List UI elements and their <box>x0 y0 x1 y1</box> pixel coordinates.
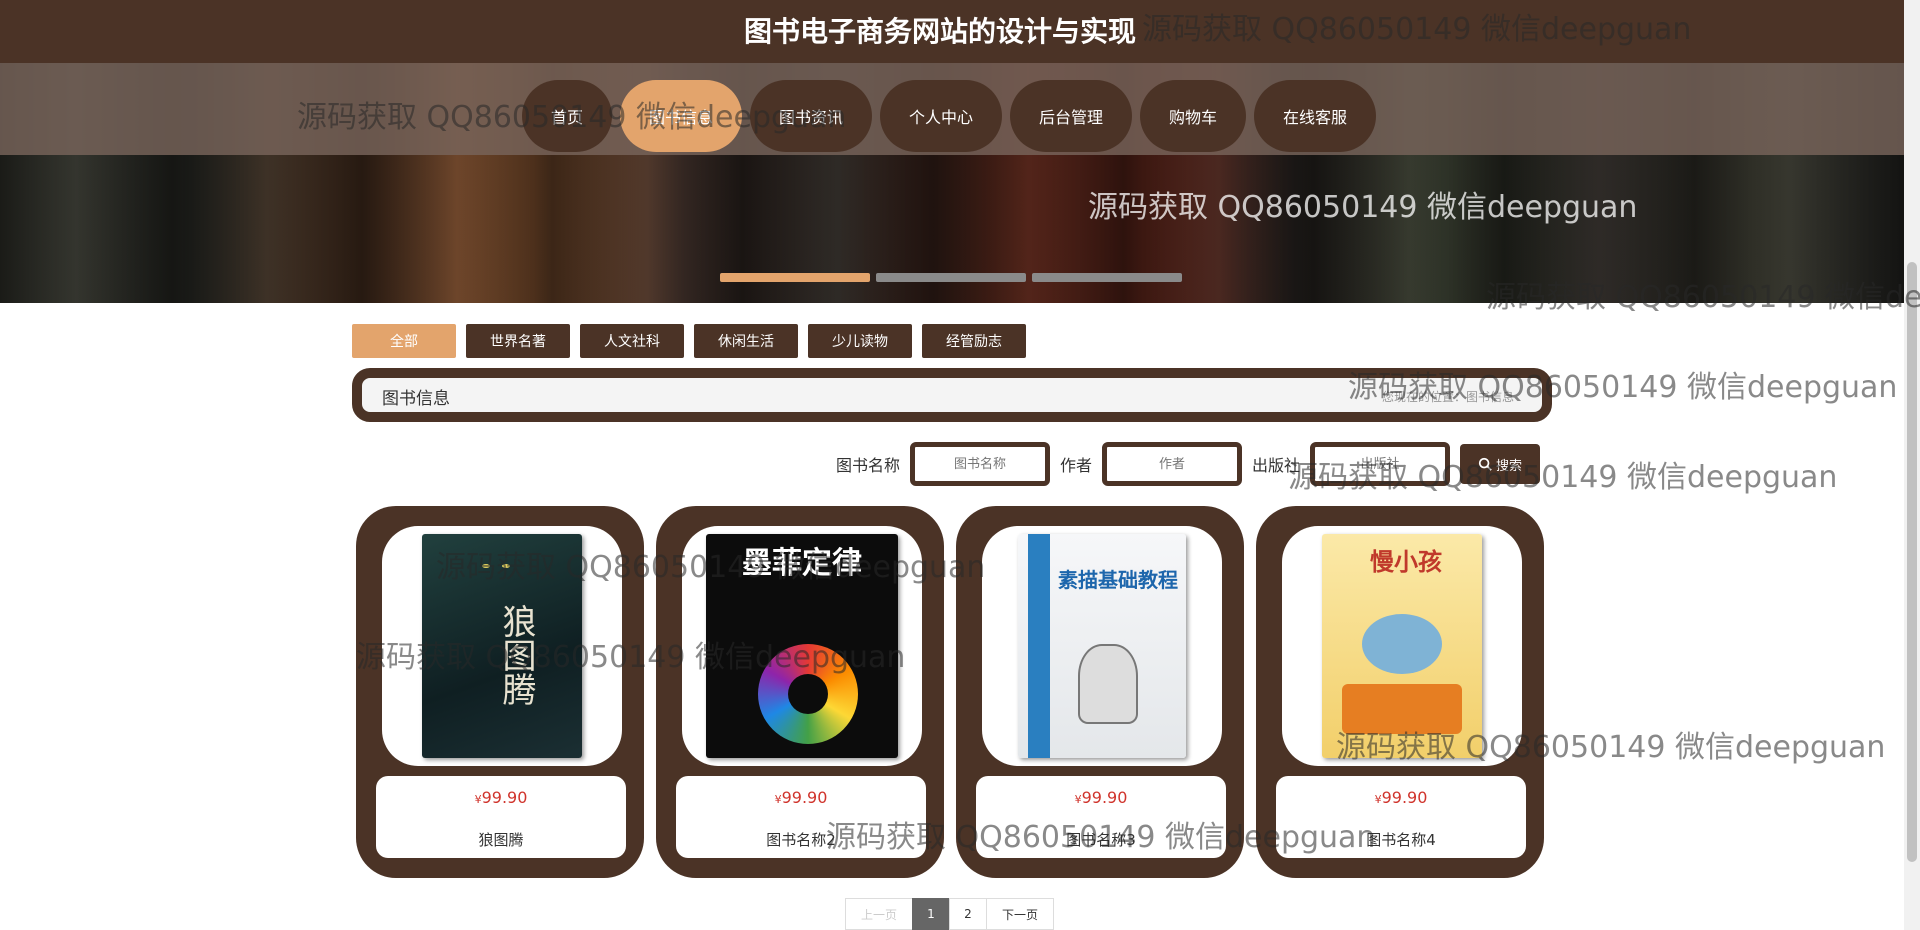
product-info: ¥99.90 图书名称2 <box>676 776 926 858</box>
category-world-classics[interactable]: 世界名著 <box>466 324 570 358</box>
product-info: ¥99.90 图书名称4 <box>1276 776 1526 858</box>
product-card[interactable]: 慢小孩 ¥99.90 图书名称4 <box>1256 506 1544 878</box>
author-label: 作者 <box>1060 456 1093 475</box>
product-cover[interactable]: 墨菲定律 <box>682 526 922 766</box>
book-cover-title: 素描基础教程 <box>1058 568 1178 592</box>
product-card[interactable]: 墨菲定律 ¥99.90 图书名称2 <box>656 506 944 878</box>
product-name[interactable]: 狼图腾 <box>376 829 626 850</box>
carousel-indicator-1[interactable] <box>720 273 870 282</box>
category-humanities[interactable]: 人文社科 <box>580 324 684 358</box>
nav-book-news[interactable]: 图书资讯 <box>750 80 872 152</box>
product-cover[interactable]: 狼图腾 <box>382 526 622 766</box>
page-button-1[interactable]: 1 <box>912 898 950 930</box>
wolf-eye-icon <box>502 564 510 568</box>
book-cover-title: 墨菲定律 <box>742 546 862 581</box>
top-bar: 图书电子商务网站的设计与实现 <box>0 0 1904 63</box>
main-nav: 首页 图书信息 图书资讯 个人中心 后台管理 购物车 在线客服 <box>522 80 1376 152</box>
product-price: ¥99.90 <box>474 788 528 807</box>
product-name[interactable]: 图书名称4 <box>1276 829 1526 850</box>
book-cover-title: 慢小孩 <box>1370 548 1442 576</box>
category-all[interactable]: 全部 <box>352 324 456 358</box>
scrollbar-thumb[interactable] <box>1907 262 1917 862</box>
publisher-input[interactable] <box>1310 442 1451 486</box>
breadcrumb: 您现在的位置：图书信息 <box>1381 390 1514 404</box>
product-price: ¥99.90 <box>774 788 828 807</box>
product-name[interactable]: 图书名称3 <box>976 829 1226 850</box>
book-cover-image: 狼图腾 <box>422 534 582 758</box>
wolf-eye-icon <box>482 564 490 568</box>
book-cover-image: 墨菲定律 <box>706 534 898 758</box>
nav-home[interactable]: 首页 <box>522 80 612 152</box>
category-leisure[interactable]: 休闲生活 <box>694 324 798 358</box>
site-title: 图书电子商务网站的设计与实现 <box>743 15 1136 48</box>
section-header: 图书信息 您现在的位置：图书信息 <box>352 368 1552 422</box>
nav-online-service[interactable]: 在线客服 <box>1254 80 1376 152</box>
category-business[interactable]: 经管励志 <box>922 324 1026 358</box>
next-page-button[interactable]: 下一页 <box>986 898 1054 930</box>
category-filter: 全部 世界名著 人文社科 休闲生活 少儿读物 经管励志 <box>352 324 1026 358</box>
search-form: 图书名称 作者 出版社 搜索 <box>836 442 1541 486</box>
product-grid: 狼图腾 ¥99.90 狼图腾 墨菲定律 ¥99.90 图书名称2 素描基础教程 … <box>356 506 1544 878</box>
book-cover-image: 慢小孩 <box>1322 534 1482 758</box>
carousel-indicator-2[interactable] <box>876 273 1026 282</box>
product-card[interactable]: 狼图腾 ¥99.90 狼图腾 <box>356 506 644 878</box>
book-cover-image: 素描基础教程 <box>1018 534 1186 758</box>
category-children[interactable]: 少儿读物 <box>808 324 912 358</box>
author-input[interactable] <box>1102 442 1243 486</box>
nav-admin[interactable]: 后台管理 <box>1010 80 1132 152</box>
children-illustration-icon <box>1362 614 1442 674</box>
book-name-label: 图书名称 <box>836 456 901 475</box>
carousel-indicator-3[interactable] <box>1032 273 1182 282</box>
product-info: ¥99.90 图书名称3 <box>976 776 1226 858</box>
product-card[interactable]: 素描基础教程 ¥99.90 图书名称3 <box>956 506 1244 878</box>
nav-personal-center[interactable]: 个人中心 <box>880 80 1002 152</box>
page-scrollbar[interactable] <box>1904 0 1920 930</box>
teapot-sketch-icon <box>1078 644 1138 724</box>
pagination: 上一页 1 2 下一页 <box>845 898 1054 930</box>
product-price: ¥99.90 <box>1074 788 1128 807</box>
nav-book-info[interactable]: 图书信息 <box>620 80 742 152</box>
product-cover[interactable]: 素描基础教程 <box>982 526 1222 766</box>
nav-cart[interactable]: 购物车 <box>1140 80 1246 152</box>
search-button[interactable]: 搜索 <box>1460 444 1541 484</box>
book-name-input[interactable] <box>910 442 1051 486</box>
book-cover-title: 狼图腾 <box>496 604 536 706</box>
section-title: 图书信息 <box>382 389 450 409</box>
publisher-label: 出版社 <box>1252 456 1301 475</box>
product-cover[interactable]: 慢小孩 <box>1282 526 1522 766</box>
page-button-2[interactable]: 2 <box>949 898 987 930</box>
search-button-label: 搜索 <box>1496 458 1523 474</box>
prev-page-button[interactable]: 上一页 <box>845 898 913 930</box>
search-icon <box>1478 457 1492 471</box>
product-name[interactable]: 图书名称2 <box>676 829 926 850</box>
carousel-indicators <box>720 273 1182 282</box>
product-info: ¥99.90 狼图腾 <box>376 776 626 858</box>
product-price: ¥99.90 <box>1374 788 1428 807</box>
